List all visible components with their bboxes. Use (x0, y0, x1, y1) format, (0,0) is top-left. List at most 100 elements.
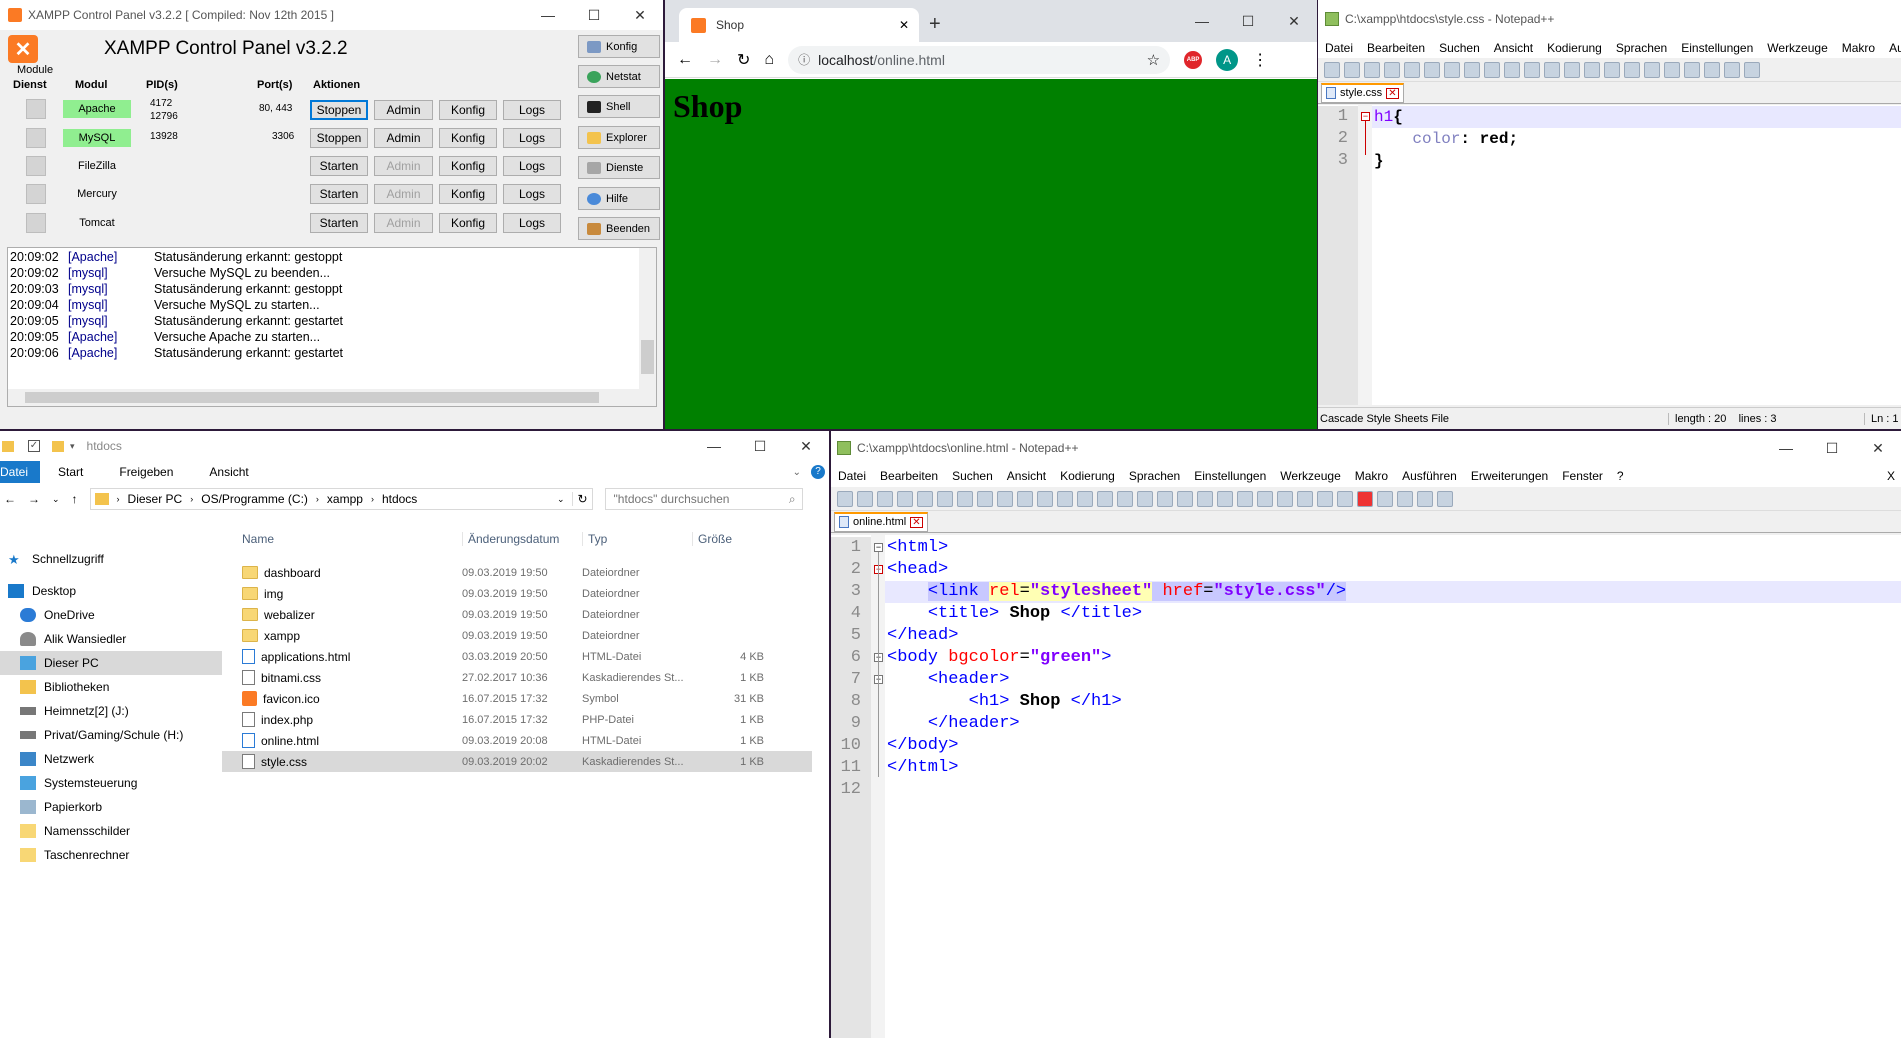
indent-guide-icon[interactable] (1237, 490, 1253, 507)
nav-bibliotheken[interactable]: Bibliotheken (0, 675, 222, 699)
minimize-icon[interactable]: — (1179, 6, 1225, 36)
service-checkbox[interactable] (26, 156, 46, 176)
file-row[interactable]: style.css 09.03.2019 20:02 Kaskadierendes … (222, 751, 812, 772)
close-file-icon[interactable] (917, 490, 933, 507)
apache-logs-button[interactable]: Logs (503, 100, 561, 120)
menu-item[interactable]: Ausführen (1395, 469, 1464, 483)
replace-icon[interactable] (1097, 490, 1113, 507)
np-css-editor[interactable]: 123 − h1{ color: red;} (1318, 105, 1901, 405)
service-checkbox[interactable] (26, 99, 46, 119)
menu-item[interactable]: Einstellungen (1674, 41, 1760, 55)
recent-dropdown-icon[interactable]: ⌄ (52, 494, 60, 505)
filezilla-start-button[interactable]: Starten (310, 156, 368, 176)
log-hscrollbar[interactable] (8, 389, 656, 406)
save-macro-icon[interactable] (1437, 490, 1453, 507)
maximize-icon[interactable]: ☐ (571, 0, 617, 30)
close-all-icon[interactable] (937, 490, 953, 507)
maximize-icon[interactable]: ☐ (737, 431, 783, 461)
wrap-icon[interactable] (1684, 61, 1700, 78)
np-css-tab[interactable]: style.css ✕ (1321, 82, 1404, 103)
ribbon-expand-icon[interactable]: ⌄ (793, 467, 801, 478)
browser-tab[interactable]: Shop ✕ (679, 8, 919, 42)
cut-icon[interactable] (977, 490, 993, 507)
maximize-icon[interactable]: ☐ (1809, 433, 1855, 463)
new-file-icon[interactable] (1324, 61, 1340, 78)
copy-icon[interactable] (997, 490, 1013, 507)
print-icon[interactable] (1444, 61, 1460, 78)
folder-workspace-icon[interactable] (1317, 490, 1333, 507)
new-file-icon[interactable] (837, 490, 853, 507)
col-name[interactable]: Name (222, 532, 462, 546)
breadcrumb[interactable]: Dieser PC (128, 492, 183, 506)
col-size[interactable]: Größe (692, 532, 764, 546)
netstat-button[interactable]: Netstat (578, 65, 660, 88)
menu-item[interactable]: Ansicht (1000, 469, 1053, 483)
close-all-icon[interactable] (1424, 61, 1440, 78)
filezilla-konfig-button[interactable]: Konfig (439, 156, 497, 176)
nav-privat[interactable]: Privat/Gaming/Schule (H:) (0, 723, 222, 747)
menu-item[interactable]: Suchen (1432, 41, 1487, 55)
up-icon[interactable]: ↑ (72, 492, 78, 506)
ribbon-tab-start[interactable]: Start (40, 465, 101, 479)
tomcat-konfig-button[interactable]: Konfig (439, 213, 497, 233)
tab-close-icon[interactable]: ✕ (1386, 87, 1399, 99)
menu-item[interactable]: Bearbeiten (1360, 41, 1432, 55)
menu-item[interactable]: Erweiterungen (1464, 469, 1555, 483)
file-row[interactable]: img 09.03.2019 19:50 Dateiordner (222, 583, 829, 604)
sync-h-icon[interactable] (1664, 61, 1680, 78)
nav-user[interactable]: Alik Wansiedler (0, 627, 222, 651)
file-row[interactable]: dashboard 09.03.2019 19:50 Dateiordner (222, 562, 829, 583)
file-row[interactable]: index.php 16.07.2015 17:32 PHP-Datei 1 KB (222, 709, 829, 730)
service-checkbox[interactable] (26, 213, 46, 233)
all-chars-icon[interactable] (1217, 490, 1233, 507)
log-vscroll-thumb[interactable] (641, 340, 654, 374)
record-macro-icon[interactable] (1357, 490, 1373, 507)
beenden-button[interactable]: Beenden (578, 217, 660, 240)
service-checkbox[interactable] (26, 184, 46, 204)
save-all-icon[interactable] (1384, 61, 1400, 78)
save-icon[interactable] (1364, 61, 1380, 78)
service-checkbox[interactable] (26, 128, 46, 148)
open-file-icon[interactable] (857, 490, 873, 507)
all-chars-icon[interactable] (1704, 61, 1720, 78)
paste-icon[interactable] (1504, 61, 1520, 78)
menu-item[interactable]: Ansicht (1487, 41, 1540, 55)
nav-desktop[interactable]: Desktop (0, 579, 222, 603)
file-row[interactable]: applications.html 03.03.2019 20:50 HTML-Da… (222, 646, 829, 667)
file-row[interactable]: xampp 09.03.2019 19:50 Dateiordner (222, 625, 829, 646)
mercury-start-button[interactable]: Starten (310, 184, 368, 204)
np-html-editor[interactable]: 123456789101112 − − − − <html><head> <li… (831, 535, 1901, 1038)
reload-icon[interactable]: ↻ (737, 50, 750, 70)
menu-item[interactable]: Suchen (945, 469, 1000, 483)
copy-icon[interactable] (1484, 61, 1500, 78)
apache-stop-button[interactable]: Stoppen (310, 100, 368, 120)
menu-item[interactable]: Makro (1348, 469, 1395, 483)
close-icon[interactable]: ✕ (1271, 6, 1317, 36)
wrap-icon[interactable] (1197, 490, 1213, 507)
sync-v-icon[interactable] (1644, 61, 1660, 78)
apache-admin-button[interactable]: Admin (374, 100, 433, 120)
shell-button[interactable]: Shell (578, 95, 660, 118)
back-icon[interactable]: ← (4, 492, 16, 506)
save-all-icon[interactable] (897, 490, 913, 507)
forward-icon[interactable]: → (28, 492, 40, 506)
nav-dieser-pc[interactable]: Dieser PC (0, 651, 222, 675)
menu-item[interactable]: Kodierung (1053, 469, 1122, 483)
filezilla-logs-button[interactable]: Logs (503, 156, 561, 176)
ribbon-tab-ansicht[interactable]: Ansicht (191, 465, 266, 479)
save-icon[interactable] (877, 490, 893, 507)
bookmark-star-icon[interactable]: ☆ (1147, 51, 1160, 69)
menu-dots-icon[interactable]: ⋮ (1252, 50, 1268, 70)
zoom-in-icon[interactable] (1604, 61, 1620, 78)
tab-close-icon[interactable]: ✕ (899, 18, 909, 32)
sync-v-icon[interactable] (1157, 490, 1173, 507)
mercury-logs-button[interactable]: Logs (503, 184, 561, 204)
doc-map-icon[interactable] (1277, 490, 1293, 507)
tomcat-logs-button[interactable]: Logs (503, 213, 561, 233)
indent-guide-icon[interactable] (1724, 61, 1740, 78)
nav-taschenrechner[interactable]: Taschenrechner (0, 843, 222, 867)
find-icon[interactable] (1077, 490, 1093, 507)
nav-netzwerk[interactable]: Netzwerk (0, 747, 222, 771)
tab-close-icon[interactable]: ✕ (910, 516, 923, 528)
play-multi-icon[interactable] (1417, 490, 1433, 507)
